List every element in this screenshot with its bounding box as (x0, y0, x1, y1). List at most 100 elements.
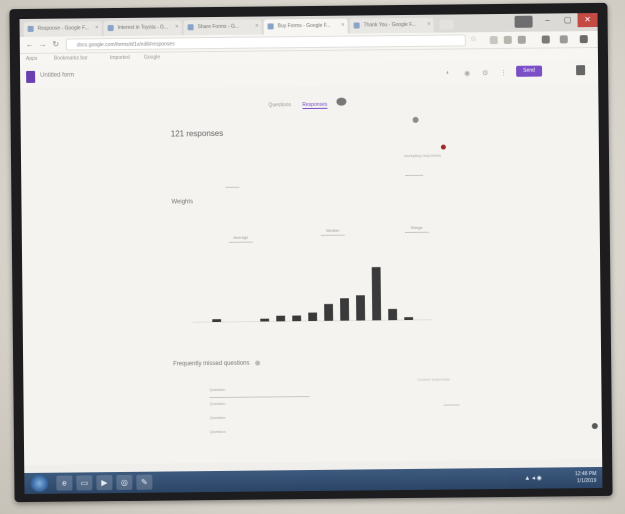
histogram-bar (340, 298, 350, 321)
divider (443, 404, 460, 406)
close-tab-icon[interactable]: × (95, 21, 99, 36)
browser-tab[interactable]: Thank You - Google F... × (349, 17, 434, 34)
minimize-button[interactable]: – (538, 13, 558, 27)
divider (228, 241, 253, 243)
tab-label: Interest in Toyota - G... (117, 24, 169, 32)
faq-row: Question (209, 428, 226, 435)
stat-average: Average (226, 235, 256, 243)
chrome-icon[interactable]: ◎ (116, 474, 133, 491)
faq-row: Question (209, 414, 226, 421)
palette-icon[interactable]: ◐ (446, 70, 450, 77)
help-icon[interactable] (255, 360, 261, 366)
tab-favicon-icon (107, 25, 114, 32)
send-button[interactable]: Send (516, 65, 543, 77)
form-title[interactable]: Untitled form (40, 72, 74, 78)
response-count-badge (336, 97, 347, 106)
divider (209, 396, 310, 399)
stat-range: Range (402, 224, 432, 234)
more-icon[interactable]: ⋮ (500, 69, 507, 77)
clock-date: 1/1/2019 (576, 478, 597, 485)
media-icon[interactable]: ▶ (96, 475, 113, 491)
tab-favicon-icon (353, 22, 360, 29)
histogram-bar (371, 267, 382, 321)
profile-icon[interactable] (514, 15, 533, 28)
question-title: Weights (171, 199, 194, 206)
extension-icon[interactable] (489, 36, 498, 45)
browser-tab[interactable]: Interest in Toyota - G... × (103, 20, 182, 37)
close-tab-icon[interactable]: × (255, 20, 259, 35)
address-bar[interactable]: docs.google.com/forms/d/1x/edit#response… (65, 34, 466, 51)
back-icon[interactable]: ← (24, 39, 36, 51)
clock[interactable]: 12:48 PM 1/1/2019 (544, 471, 597, 486)
browser-tab[interactable]: Share Forms - G... × (183, 19, 262, 36)
histogram-bar (292, 315, 302, 322)
extension-icon[interactable] (517, 35, 526, 44)
bookmark-item[interactable]: Imported (110, 53, 130, 64)
weights-histogram (192, 267, 433, 323)
reload-icon[interactable]: ↻ (50, 39, 62, 51)
accepting-responses-toggle[interactable] (412, 116, 419, 123)
form-tabs: Questions Responses (268, 101, 337, 110)
close-tab-icon[interactable]: × (427, 18, 431, 33)
histogram-bar (212, 319, 222, 323)
preview-icon[interactable]: ◉ (464, 69, 470, 77)
tab-label: Response - Google F... (37, 25, 89, 32)
spreadsheet-icon[interactable] (440, 144, 446, 150)
divider (405, 174, 424, 177)
bookmark-item[interactable]: Bookmarks bar (54, 53, 88, 64)
forms-logo-icon[interactable] (26, 70, 36, 83)
tab-label: Thank You - Google F... (363, 21, 416, 29)
chat-icon[interactable] (591, 423, 598, 430)
close-tab-icon[interactable]: × (175, 20, 179, 35)
settings-icon[interactable]: ⚙ (482, 69, 488, 77)
faq-title: Frequently missed questions (173, 360, 261, 368)
accepting-responses-label: Accepting responses (403, 152, 442, 159)
account-icon[interactable] (541, 35, 550, 44)
histogram-bar (324, 303, 334, 321)
new-tab-button[interactable] (439, 19, 454, 30)
tab-responses[interactable]: Responses (302, 101, 328, 110)
bookmark-apps[interactable]: Apps (26, 54, 38, 65)
menu-icon[interactable] (579, 35, 588, 44)
tray-icons[interactable]: ▲ ◂ ◉ (524, 475, 542, 482)
close-tab-icon[interactable]: × (341, 19, 345, 34)
responses-page: Questions Responses 121 responses Accept… (20, 82, 603, 466)
tab-label: Buy Forms - Google F... (277, 22, 331, 30)
start-button[interactable] (30, 474, 49, 492)
faq-row: Question (209, 386, 226, 393)
histogram-bar (308, 312, 318, 322)
histogram-bar (260, 318, 270, 322)
bookmark-item[interactable]: Google (144, 53, 160, 64)
bookmark-star-icon[interactable]: ☆ (470, 34, 477, 43)
faq-title-text: Frequently missed questions (173, 360, 250, 368)
folder-icon[interactable]: ▭ (76, 475, 93, 491)
forward-icon[interactable]: → (37, 39, 49, 51)
histogram-bar (404, 317, 414, 321)
divider (320, 234, 345, 236)
screen: Response - Google F... × Interest in Toy… (19, 12, 603, 495)
tab-questions[interactable]: Questions (268, 102, 291, 108)
paint-icon[interactable]: ✎ (136, 474, 153, 490)
responses-count-title: 121 responses (170, 128, 224, 139)
stat-label: Median (326, 227, 340, 233)
tab-label: Share Forms - G... (197, 23, 240, 31)
tab-favicon-icon (27, 25, 34, 32)
histogram-bar (388, 308, 398, 321)
divider (404, 231, 429, 234)
avatar[interactable] (576, 65, 586, 76)
maximize-button[interactable]: ▢ (557, 13, 577, 27)
faq-row: Question (209, 400, 226, 407)
histogram-bar (356, 295, 366, 321)
ie-icon[interactable]: e (56, 475, 73, 491)
browser-tab[interactable]: Response - Google F... × (23, 21, 102, 37)
histogram-bar (276, 315, 286, 322)
tab-favicon-icon (187, 24, 194, 31)
close-window-button[interactable]: ✕ (577, 12, 598, 28)
faq-count-header: Correct responses (417, 376, 451, 382)
stat-label: Range (410, 224, 423, 230)
extension-icon[interactable] (559, 35, 568, 44)
divider (225, 186, 240, 188)
browser-tab-active[interactable]: Buy Forms - Google F... × (263, 18, 348, 35)
extension-icon[interactable] (503, 35, 512, 44)
stat-median: Median (318, 228, 348, 236)
